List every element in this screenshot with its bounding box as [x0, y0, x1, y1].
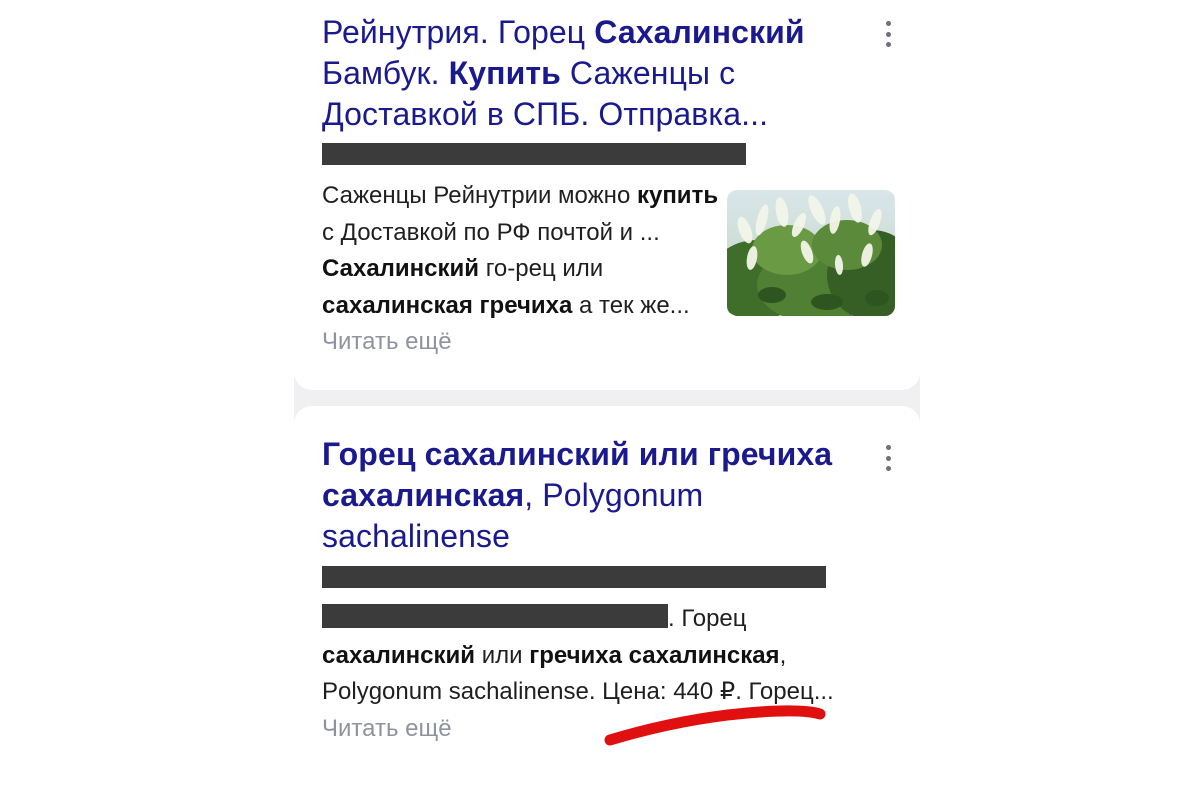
result-title-link-1[interactable]: Рейнутрия. Горец Сахалинский Бамбук. Куп…: [322, 14, 805, 132]
result-title-link-2[interactable]: Горец сахалинский или гречиха сахалинска…: [322, 436, 832, 554]
read-more-link[interactable]: Читать ещё: [322, 715, 452, 742]
snippet-text: Саженцы Рейнутрии можно купить с Доставк…: [322, 182, 718, 319]
highlighted-text: сахалинская гречиха: [322, 291, 573, 319]
highlighted-text: гречиха сахалинская: [529, 641, 780, 669]
dot-icon: [885, 21, 891, 26]
dot-icon: [885, 466, 891, 471]
snippet-text: . Горец сахалинский или гречиха сахалинс…: [322, 605, 834, 705]
result-snippet-2: . Горец сахалинский или гречиха сахалинс…: [322, 601, 862, 747]
highlighted-text: Купить: [448, 55, 561, 91]
text-run: с Доставкой по РФ почтой и ...: [322, 218, 660, 246]
highlighted-text: сахалинский: [322, 641, 476, 669]
text-run: Рейнутрия. Горец: [322, 14, 595, 50]
dot-icon: [885, 31, 891, 37]
result-snippet-1: Саженцы Рейнутрии можно купить с Доставк…: [322, 178, 722, 361]
result-card-2: Горец сахалинский или гречиха сахалинска…: [294, 406, 920, 793]
more-options-icon-1[interactable]: [878, 21, 898, 47]
redaction-bar: [322, 143, 746, 165]
text-run: Бамбук.: [322, 55, 449, 91]
dot-icon: [885, 455, 891, 461]
text-run: а тек же...: [572, 291, 690, 319]
highlighted-text: Сахалинский: [322, 255, 480, 282]
result-card-1: Рейнутрия. Горец Сахалинский Бамбук. Куп…: [294, 0, 920, 390]
dot-icon: [885, 445, 891, 450]
search-results-page: Рейнутрия. Горец Сахалинский Бамбук. Куп…: [0, 0, 1200, 793]
text-run: . Горец: [668, 605, 747, 632]
knotweed-flowers-photo: [727, 190, 895, 316]
text-run: или: [475, 641, 530, 669]
dot-icon: [885, 42, 891, 47]
result-thumbnail-1[interactable]: [727, 190, 895, 316]
highlighted-text: купить: [636, 182, 719, 209]
result-title-1[interactable]: Рейнутрия. Горец Сахалинский Бамбук. Куп…: [322, 12, 867, 135]
read-more-link[interactable]: Читать ещё: [322, 328, 452, 355]
text-run: Саженцы Рейнутрии можно: [322, 182, 637, 209]
result-title-2[interactable]: Горец сахалинский или гречиха сахалинска…: [322, 434, 882, 557]
text-run: го-рец или: [479, 255, 604, 282]
highlighted-text: Сахалинский: [594, 14, 805, 50]
redaction-bar: [322, 566, 826, 588]
more-options-icon-2[interactable]: [878, 445, 898, 471]
